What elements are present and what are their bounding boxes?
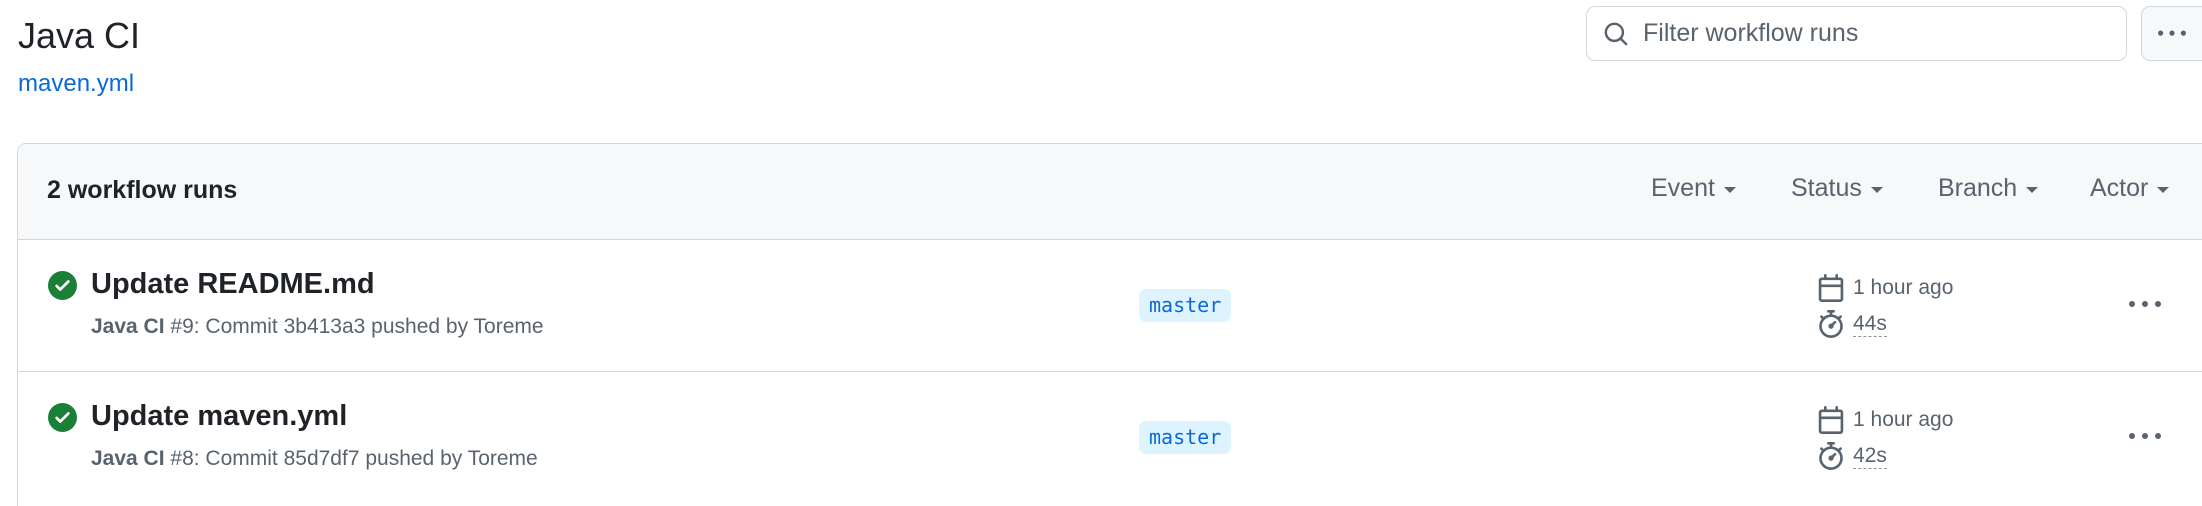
caret-down-icon [2026, 187, 2039, 193]
stopwatch-icon [1819, 310, 1843, 338]
stopwatch-icon [1819, 442, 1843, 470]
workflow-run-row[interactable]: Update maven.yml Java CI #8: Commit 85d7… [18, 372, 2202, 504]
kebab-horizontal-icon [2129, 301, 2161, 307]
calendar-icon [1818, 406, 1844, 434]
workflow-menu-button[interactable] [2141, 6, 2202, 61]
run-menu-button[interactable] [2125, 290, 2165, 320]
time-ago-text: 1 hour ago [1853, 408, 1954, 431]
check-circle-fill-icon [48, 403, 77, 432]
filter-workflow-runs-input[interactable] [1643, 19, 2103, 48]
kebab-horizontal-icon [2129, 433, 2161, 439]
runs-filters: Event Status Branch Actor [18, 174, 2202, 210]
duration-text: 42s [1853, 443, 1887, 469]
check-circle-fill-icon [48, 271, 77, 300]
branch-filter-label: Branch [1938, 174, 2018, 202]
workflow-run-row[interactable]: Update README.md Java CI #9: Commit 3b41… [18, 240, 2202, 372]
workflow-runs-page: Java CI maven.yml 2 workflow runs Event … [0, 0, 2202, 506]
actor-filter-button[interactable]: Actor [2090, 174, 2170, 203]
duration-text: 44s [1853, 311, 1887, 337]
branch-label[interactable]: master [1139, 289, 1232, 322]
run-workflow-name: Java CI [91, 447, 165, 470]
run-meta-text: #8: Commit 85d7df7 pushed by Toreme [164, 447, 538, 470]
run-meta: Java CI #9: Commit 3b413a3 pushed by Tor… [91, 313, 544, 341]
search-icon [1604, 22, 1628, 45]
run-time-ago: 1 hour ago [1817, 406, 1953, 434]
run-duration: 42s [1817, 442, 1887, 470]
actor-filter-label: Actor [2090, 174, 2149, 202]
branch-filter-button[interactable]: Branch [1938, 174, 2039, 203]
caret-down-icon [2157, 187, 2170, 193]
run-meta: Java CI #8: Commit 85d7df7 pushed by Tor… [91, 445, 538, 473]
event-filter-label: Event [1651, 174, 1715, 202]
workflow-title: Java CI [18, 15, 141, 56]
filter-workflow-runs-field[interactable] [1586, 6, 2127, 61]
run-time-ago: 1 hour ago [1817, 274, 1953, 302]
run-duration: 44s [1817, 310, 1887, 338]
branch-label[interactable]: master [1139, 421, 1232, 454]
status-filter-label: Status [1791, 174, 1862, 202]
event-filter-button[interactable]: Event [1651, 174, 1736, 203]
runs-list-header: 2 workflow runs Event Status Branch Acto… [18, 144, 2202, 240]
workflow-file-link[interactable]: maven.yml [18, 68, 134, 100]
run-workflow-name: Java CI [91, 315, 165, 338]
caret-down-icon [1723, 187, 1736, 193]
time-ago-text: 1 hour ago [1853, 276, 1954, 299]
workflow-runs-list: 2 workflow runs Event Status Branch Acto… [17, 143, 2202, 506]
run-title-link[interactable]: Update maven.yml [91, 398, 347, 434]
run-title-link[interactable]: Update README.md [91, 266, 375, 302]
calendar-icon [1818, 274, 1844, 302]
run-menu-button[interactable] [2125, 422, 2165, 452]
caret-down-icon [1870, 187, 1883, 193]
kebab-horizontal-icon [2158, 30, 2186, 36]
run-meta-text: #9: Commit 3b413a3 pushed by Toreme [164, 315, 544, 338]
status-filter-button[interactable]: Status [1791, 174, 1883, 203]
